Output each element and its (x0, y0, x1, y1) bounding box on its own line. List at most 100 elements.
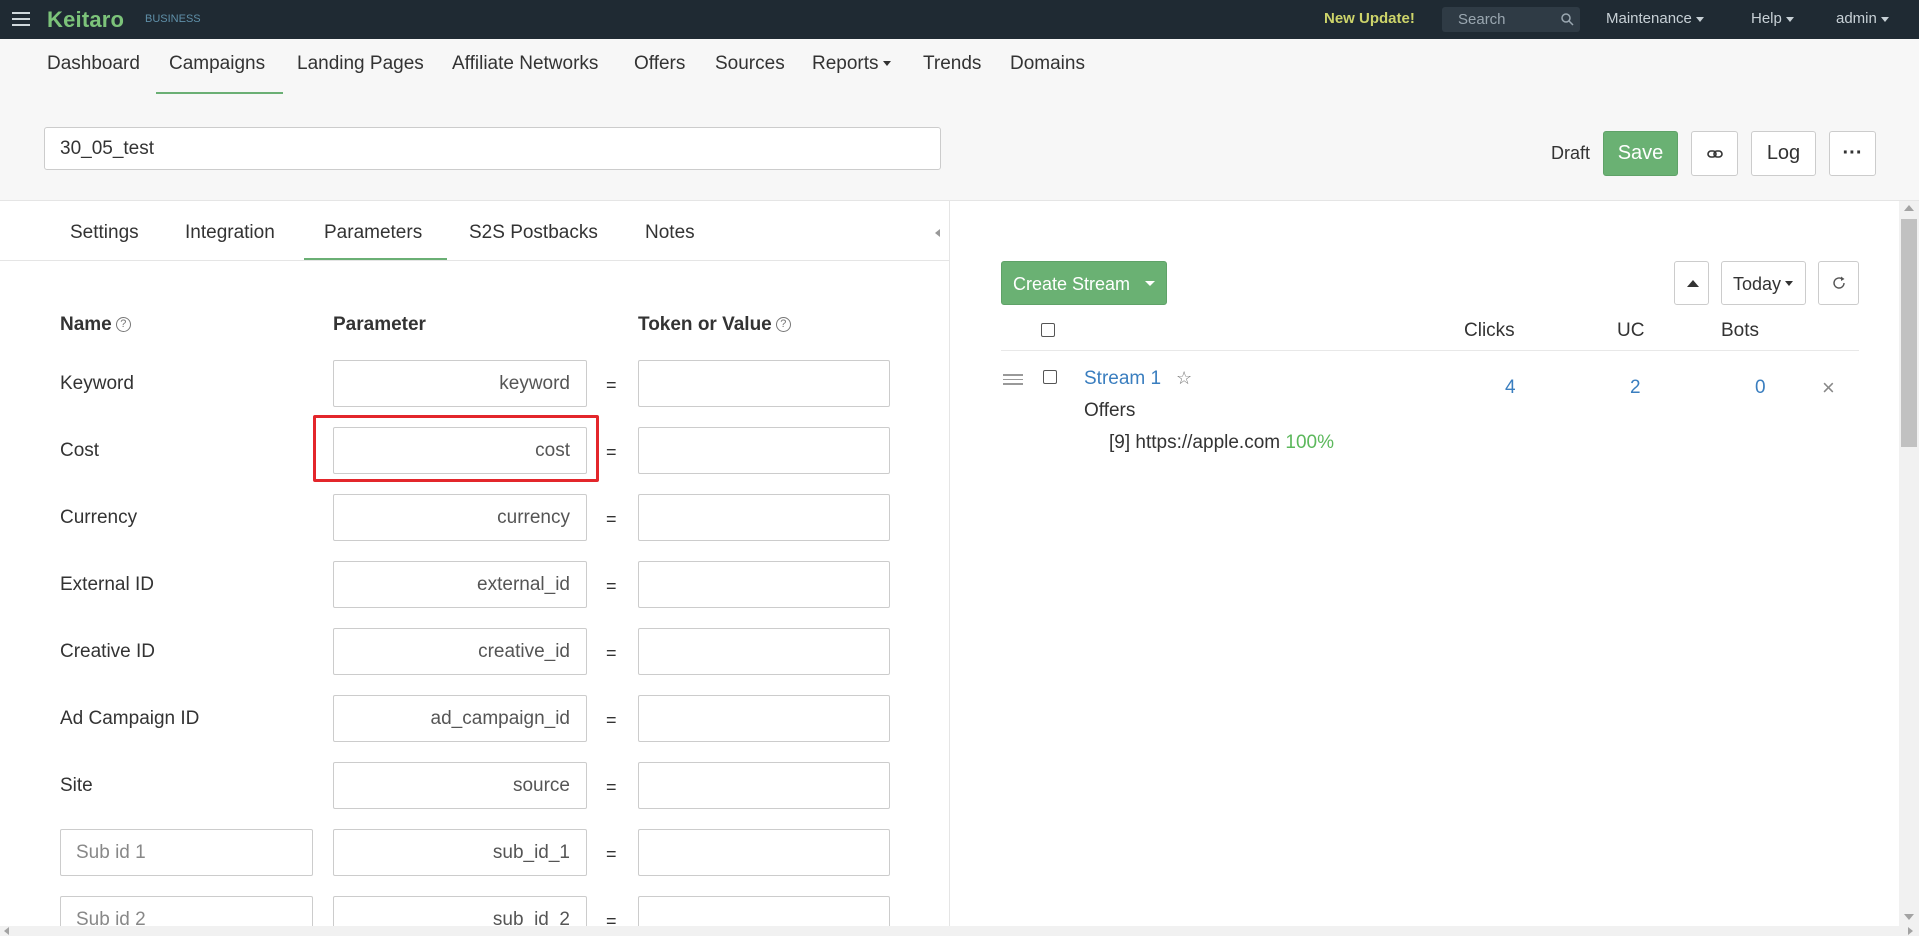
nav-reports[interactable]: Reports (812, 53, 891, 75)
tab-settings[interactable]: Settings (70, 222, 139, 244)
scroll-right-icon[interactable] (1908, 927, 1913, 935)
param-input-creative-id[interactable] (333, 628, 587, 675)
period-select[interactable]: Today (1721, 261, 1806, 305)
chevron-down-icon (1785, 16, 1794, 22)
token-input-sub-id-2[interactable] (638, 896, 890, 926)
column-header-parameter: Parameter (333, 314, 426, 335)
param-input-ad-campaign-id[interactable] (333, 695, 587, 742)
save-button[interactable]: Save (1603, 131, 1678, 176)
nav-campaigns[interactable]: Campaigns (169, 53, 265, 75)
search-box[interactable] (1442, 7, 1580, 32)
menu-icon[interactable] (12, 12, 30, 26)
collapse-up-button[interactable] (1674, 261, 1709, 305)
param-input-sub-id-2[interactable] (333, 896, 587, 926)
scroll-left-icon[interactable] (4, 927, 9, 935)
equals-sign: = (606, 375, 617, 395)
tab-parameters[interactable]: Parameters (324, 222, 422, 244)
collapse-panel-icon[interactable] (935, 229, 940, 237)
equals-sign: = (606, 576, 617, 596)
search-input[interactable] (1442, 7, 1554, 32)
stream-clicks[interactable]: 4 (1505, 377, 1516, 399)
offer-item: [9] https://apple.com 100% (1109, 432, 1334, 453)
param-input-external-id[interactable] (333, 561, 587, 608)
param-input-keyword[interactable] (333, 360, 587, 407)
campaign-name-input[interactable] (44, 127, 941, 170)
nav-trends[interactable]: Trends (923, 53, 981, 75)
create-stream-button[interactable]: Create Stream (1001, 261, 1167, 305)
column-header-bots: Bots (1721, 320, 1760, 341)
column-header-token: Token or Value? (638, 314, 791, 336)
horizontal-scrollbar[interactable] (0, 926, 1919, 936)
help-icon[interactable]: ? (775, 317, 791, 333)
nav-affiliate-networks[interactable]: Affiliate Networks (452, 53, 598, 75)
header-divider (1001, 350, 1859, 351)
chevron-down-icon (1880, 16, 1889, 22)
scroll-down-icon[interactable] (1904, 914, 1914, 920)
new-update-link[interactable]: New Update! (1324, 10, 1415, 27)
equals-sign: = (606, 710, 617, 730)
main-nav: Dashboard Campaigns Landing Pages Affili… (0, 39, 1919, 95)
param-input-currency[interactable] (333, 494, 587, 541)
token-input-cost[interactable] (638, 427, 890, 474)
token-input-sub-id-1[interactable] (638, 829, 890, 876)
select-all-checkbox[interactable] (1041, 323, 1055, 337)
scrollbar-thumb[interactable] (1901, 219, 1917, 447)
search-icon[interactable] (1560, 12, 1574, 26)
equals-sign: = (606, 509, 617, 529)
nav-landing-pages[interactable]: Landing Pages (297, 53, 424, 75)
stream-bots[interactable]: 0 (1755, 377, 1766, 399)
top-bar: Keitaro BUSINESS New Update! Maintenance… (0, 0, 1919, 39)
equals-sign: = (606, 911, 617, 926)
custom-name-input[interactable] (60, 896, 313, 926)
stream-name-link[interactable]: Stream 1 (1084, 368, 1161, 390)
token-input-site[interactable] (638, 762, 890, 809)
user-menu[interactable]: admin (1836, 10, 1889, 27)
column-header-clicks: Clicks (1464, 320, 1515, 341)
token-input-external-id[interactable] (638, 561, 890, 608)
param-name-label: Creative ID (60, 641, 156, 662)
vertical-scrollbar[interactable] (1899, 201, 1919, 926)
chevron-down-icon[interactable] (1145, 281, 1155, 286)
streams-panel: Create Stream Today Clicks UC Bots Strea… (951, 201, 1899, 926)
token-input-ad-campaign-id[interactable] (638, 695, 890, 742)
param-name-label: Cost (60, 440, 100, 461)
campaign-link-button[interactable] (1691, 131, 1738, 176)
nav-domains[interactable]: Domains (1010, 53, 1085, 75)
equals-sign: = (606, 844, 617, 864)
campaign-header: Draft Save Log ··· (0, 95, 1919, 201)
logo[interactable]: Keitaro (47, 7, 124, 33)
star-icon[interactable]: ☆ (1176, 368, 1192, 389)
more-options-button[interactable]: ··· (1829, 131, 1876, 176)
param-input-site[interactable] (333, 762, 587, 809)
edition-label: BUSINESS (145, 13, 201, 25)
link-icon (1706, 149, 1723, 158)
param-input-sub-id-1[interactable] (333, 829, 587, 876)
stream-uc[interactable]: 2 (1630, 377, 1641, 399)
log-button[interactable]: Log (1751, 131, 1816, 176)
help-icon[interactable]: ? (115, 317, 131, 333)
help-menu[interactable]: Help (1751, 10, 1794, 27)
token-input-creative-id[interactable] (638, 628, 890, 675)
nav-dashboard[interactable]: Dashboard (47, 53, 140, 75)
scroll-up-icon[interactable] (1904, 205, 1914, 211)
tab-integration[interactable]: Integration (185, 222, 275, 244)
token-input-keyword[interactable] (638, 360, 890, 407)
token-input-currency[interactable] (638, 494, 890, 541)
offers-label: Offers (1084, 400, 1136, 421)
custom-name-input[interactable] (60, 829, 313, 876)
tabs-divider (0, 260, 949, 261)
chevron-down-icon (1785, 281, 1793, 286)
param-name-label: External ID (60, 574, 154, 595)
refresh-button[interactable] (1818, 261, 1859, 305)
param-name-label: Site (60, 775, 93, 796)
nav-sources[interactable]: Sources (715, 53, 785, 75)
tab-notes[interactable]: Notes (645, 222, 695, 244)
maintenance-menu[interactable]: Maintenance (1606, 10, 1704, 27)
stream-checkbox[interactable] (1043, 370, 1057, 384)
close-icon[interactable]: × (1822, 377, 1835, 399)
drag-handle-icon[interactable] (1003, 374, 1023, 385)
param-input-cost[interactable] (333, 427, 587, 474)
param-name-label: Currency (60, 507, 138, 528)
tab-s2s-postbacks[interactable]: S2S Postbacks (469, 222, 598, 244)
nav-offers[interactable]: Offers (634, 53, 685, 75)
